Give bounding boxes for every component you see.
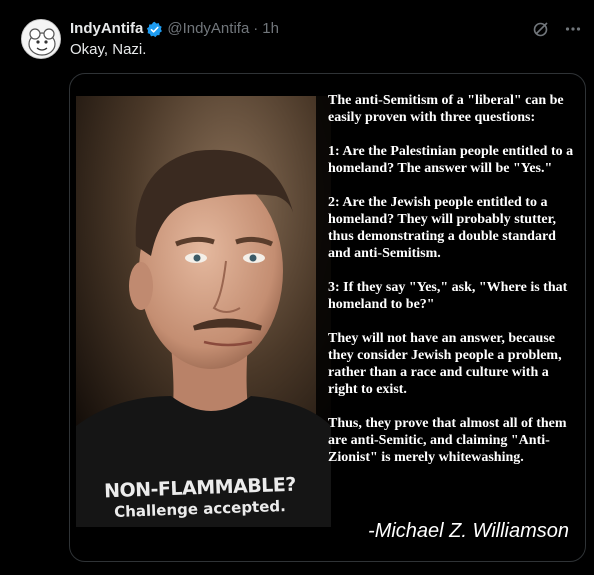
tweet[interactable]: IndyAntifa @IndyAntifa · 1h Okay, Nazi. — [0, 0, 594, 575]
timestamp[interactable]: 1h — [262, 19, 279, 39]
grok-icon[interactable] — [532, 20, 550, 38]
separator-dot: · — [253, 20, 259, 37]
author-handle[interactable]: @IndyAntifa — [167, 19, 249, 39]
verified-badge-icon — [146, 21, 163, 38]
meme-quote-text: The anti-Semitism of a "liberal" can be … — [328, 92, 578, 466]
quote-paragraph: They will not have an answer, because th… — [328, 331, 562, 397]
tweet-header: IndyAntifa @IndyAntifa · 1h — [70, 19, 279, 39]
author-name[interactable]: IndyAntifa — [70, 19, 143, 39]
shirt-print: NON-FLAMMABLE? Challenge accepted. — [100, 474, 300, 521]
quote-paragraph: 1: Are the Palestinian people entitled t… — [328, 144, 574, 176]
quote-attribution: -Michael Z. Williamson — [368, 520, 569, 542]
quote-paragraph: 2: Are the Jewish people entitled to a h… — [328, 195, 557, 261]
tweet-media-image[interactable]: NON-FLAMMABLE? Challenge accepted. The a… — [69, 73, 586, 562]
more-icon[interactable] — [564, 20, 582, 38]
tweet-text: Okay, Nazi. — [70, 41, 147, 58]
quote-paragraph: The anti-Semitism of a "liberal" can be … — [328, 93, 564, 125]
avatar[interactable] — [21, 19, 61, 59]
top-actions — [532, 20, 582, 38]
quote-paragraph: 3: If they say "Yes," ask, "Where is tha… — [328, 280, 568, 312]
portrait-photo: NON-FLAMMABLE? Challenge accepted. — [76, 96, 331, 527]
quote-paragraph: Thus, they prove that almost all of them… — [328, 416, 567, 465]
